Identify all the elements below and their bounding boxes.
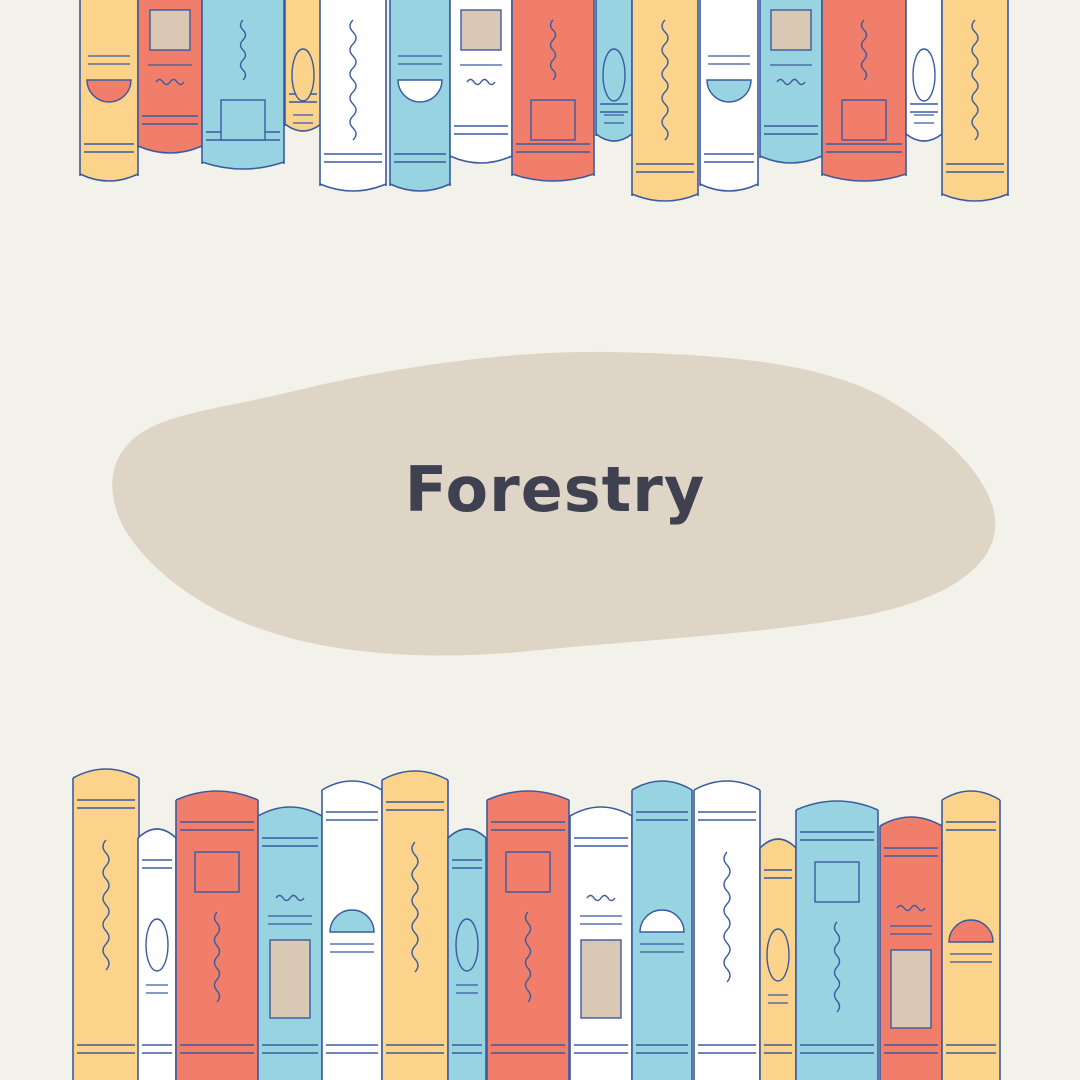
book-spine (72, 768, 140, 1080)
book-label-box (890, 949, 932, 1029)
book-emblem (145, 918, 169, 972)
book-spine (447, 828, 487, 1080)
book-spine (257, 806, 323, 1080)
page-title: Forestry (404, 453, 706, 526)
book-spine (631, 780, 693, 1080)
book-emblem (766, 928, 790, 982)
book-spine-body (73, 769, 139, 1080)
book-label-box (580, 939, 622, 1019)
book-label-box (194, 851, 240, 893)
book-spine (879, 816, 943, 1080)
book-spine (137, 828, 177, 1080)
book-label-box (269, 939, 311, 1019)
book-spine (795, 800, 879, 1080)
book-spine (381, 770, 449, 1080)
book-spine (569, 806, 633, 1080)
book-spine (321, 780, 383, 1080)
book-spine-body (382, 771, 448, 1080)
book-spine-body (796, 801, 878, 1080)
book-label-box (505, 851, 551, 893)
book-spine (693, 780, 761, 1080)
book-spine (941, 790, 1001, 1080)
book-spine (175, 790, 259, 1080)
bottom-book-shelf (72, 768, 1001, 1080)
book-spine (486, 790, 570, 1080)
book-emblem (455, 918, 479, 972)
poster-canvas: Forestry (0, 0, 1080, 1080)
book-spine (759, 838, 797, 1080)
book-label-box (814, 861, 860, 903)
